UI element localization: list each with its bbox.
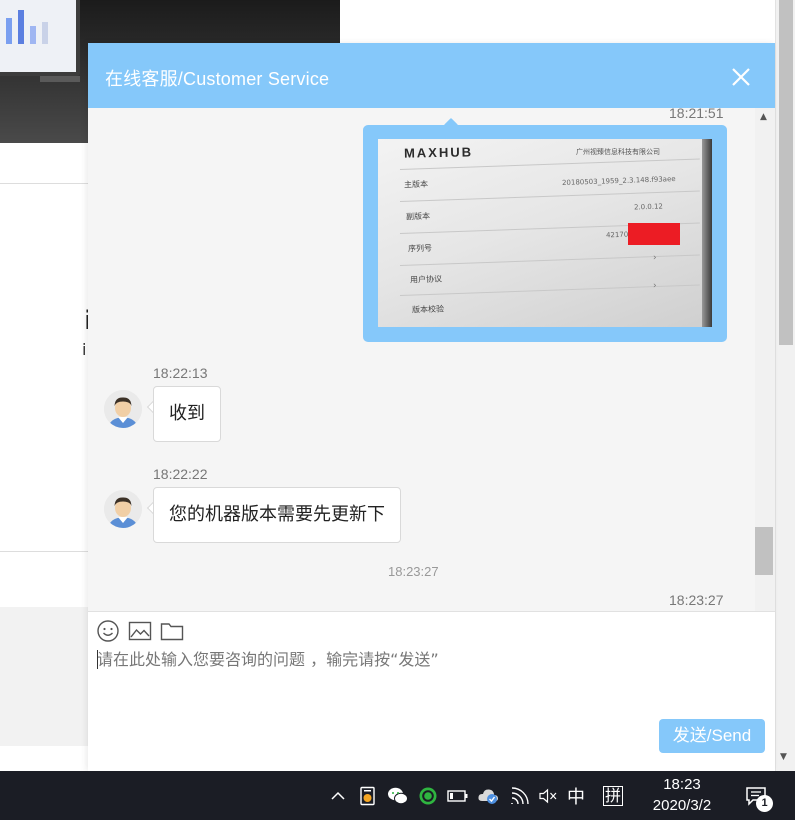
- page-scrollbar-thumb[interactable]: [779, 0, 793, 345]
- photo-row-chevron-icon: ›: [653, 253, 657, 263]
- agent-message-bubble: 收到: [153, 386, 221, 442]
- tray-app-button[interactable]: [355, 771, 381, 820]
- customer-service-chat-widget: 在线客服/Customer Service 18:21:51 MAXHUB 广州…: [88, 43, 775, 771]
- volume-muted-icon: [539, 788, 557, 803]
- 360-icon: [419, 787, 437, 804]
- agent-message-bubble: 您的机器版本需要先更新下: [153, 487, 401, 543]
- tray-battery-button[interactable]: [445, 771, 471, 820]
- photo-company-text: 广州视臻信息科技有限公司: [576, 148, 660, 156]
- photo-row-value: 2.0.0.12: [633, 202, 664, 212]
- send-image-button[interactable]: [128, 619, 152, 643]
- emoji-icon: [97, 620, 119, 642]
- message-list[interactable]: 18:21:51 MAXHUB 广州视臻信息科技有限公司 主版本 2018050…: [88, 108, 775, 655]
- close-icon: [732, 68, 750, 86]
- message-scrollbar[interactable]: ▲ ▼: [755, 108, 775, 655]
- message-timestamp: 18:21:51: [669, 108, 724, 121]
- redaction-box: [628, 223, 680, 245]
- photo-row-label: 副版本: [405, 211, 431, 222]
- background-divider: [0, 551, 88, 552]
- ime-name-label: 拼: [602, 785, 623, 806]
- photo-row-label: 用户协议: [409, 274, 443, 285]
- message-timestamp: 18:22:13: [153, 365, 208, 381]
- tray-wechat-button[interactable]: [385, 771, 411, 820]
- background-glyph: i: [82, 340, 87, 359]
- chat-header: 在线客服/Customer Service: [88, 43, 775, 108]
- message-timestamp: 18:23:27: [388, 564, 439, 579]
- photo-row-divider: [399, 158, 700, 170]
- photo-row-value: 20180503_1959_2.3.148.f93aee: [561, 175, 676, 187]
- ime-switch-button[interactable]: 拼: [600, 771, 626, 820]
- send-button[interactable]: 发送/Send: [659, 719, 765, 753]
- photo-row-chevron-icon: ›: [653, 281, 657, 291]
- ime-mode-button[interactable]: 中: [563, 771, 589, 820]
- message-image-photo[interactable]: MAXHUB 广州视臻信息科技有限公司 主版本 20180503_1959_2.…: [378, 139, 712, 327]
- folder-icon: [160, 623, 184, 641]
- battery-icon: [447, 789, 468, 802]
- chat-title: 在线客服/Customer Service: [105, 69, 330, 89]
- windows-taskbar: 中 拼 18:23 2020/3/2: [0, 771, 795, 820]
- message-composer: 发送/Send: [88, 611, 775, 771]
- agent-avatar-icon: [104, 490, 142, 528]
- background-chart-bar: [6, 18, 12, 44]
- tray-volume-button[interactable]: [536, 771, 560, 820]
- photo-row-divider: [399, 190, 700, 202]
- close-button[interactable]: [728, 64, 754, 90]
- photo-row-label: 版本校验: [411, 304, 445, 315]
- text-caret: [97, 650, 98, 669]
- background-monitor-stand: [40, 76, 80, 82]
- message-scrollbar-thumb[interactable]: [755, 527, 773, 575]
- clock-date: 2020/3/2: [652, 797, 712, 814]
- photo-row-value: 42170: [605, 230, 629, 240]
- scroll-up-arrow-icon[interactable]: ▲: [760, 112, 767, 122]
- emoji-button[interactable]: [96, 619, 120, 643]
- network-cloud-icon: [478, 788, 498, 804]
- image-icon: [128, 621, 152, 641]
- agent-avatar: [104, 390, 142, 428]
- image-message-bubble[interactable]: MAXHUB 广州视臻信息科技有限公司 主版本 20180503_1959_2.…: [363, 125, 727, 342]
- clock-time: 18:23: [663, 776, 701, 793]
- ime-mode-label: 中: [567, 786, 585, 808]
- taskbar-clock[interactable]: 18:23 2020/3/2: [640, 775, 724, 817]
- background-chart-bar: [30, 26, 36, 44]
- notification-count-badge: 1: [756, 795, 773, 812]
- app-icon: [360, 786, 375, 805]
- background-panel: [0, 607, 88, 746]
- photo-row-label: 序列号: [407, 243, 433, 254]
- agent-avatar-icon: [104, 390, 142, 428]
- agent-avatar: [104, 490, 142, 528]
- background-chart-bar: [18, 10, 24, 44]
- action-center-button[interactable]: [736, 771, 776, 820]
- wifi-icon: [511, 786, 529, 804]
- wechat-icon: [388, 787, 408, 804]
- send-file-button[interactable]: [160, 619, 184, 643]
- tray-360-button[interactable]: [415, 771, 441, 820]
- show-hidden-icons-button[interactable]: [327, 771, 349, 820]
- scroll-down-arrow-icon[interactable]: ▼: [780, 752, 787, 762]
- background-monitor-image: [0, 0, 80, 76]
- photo-monitor-edge: [702, 139, 712, 327]
- photo-row-label: 主版本: [403, 179, 429, 190]
- background-chart-bar: [42, 22, 48, 44]
- page-scrollbar[interactable]: ▼: [775, 0, 795, 771]
- tray-wifi-button[interactable]: [507, 771, 533, 820]
- message-timestamp: 18:23:27: [669, 592, 724, 608]
- message-input[interactable]: [97, 646, 757, 716]
- background-divider: [0, 183, 88, 184]
- tray-network-button[interactable]: [475, 771, 503, 820]
- chevron-up-icon: [331, 791, 345, 800]
- message-timestamp: 18:22:22: [153, 466, 208, 482]
- photo-brand-text: MAXHUB: [403, 144, 474, 161]
